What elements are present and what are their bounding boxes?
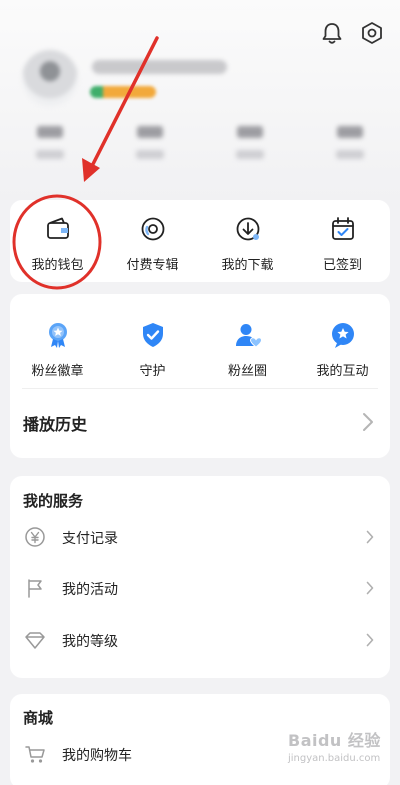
payment-record-row[interactable]: 支付记录 (10, 517, 390, 557)
wallet-icon (46, 217, 69, 239)
quick-action-label: 我的下载 (221, 258, 274, 273)
baidu-jingyan-watermark: Baidu 经验 jingyan.baidu.com (288, 731, 394, 776)
avatar[interactable] (22, 50, 78, 106)
service-label: 我的等级 (62, 634, 118, 650)
chevron-right-icon (363, 413, 373, 431)
service-label: 我的购物车 (62, 748, 132, 764)
downloads-button[interactable]: 我的下载 (200, 214, 295, 273)
my-interaction-button[interactable]: 我的互动 (295, 320, 390, 379)
shopping-cart-icon (25, 746, 45, 763)
star-bubble-icon (331, 323, 354, 348)
mall-title: 商城 (23, 709, 54, 727)
play-history-row[interactable]: 播放历史 (10, 394, 390, 450)
quick-action-label: 付费专辑 (126, 258, 179, 273)
fan-badge-button[interactable]: 粉丝徽章 (10, 320, 105, 379)
blurred-username (92, 60, 227, 74)
services-card: 我的服务 支付记录 我的活动 我的等级 (10, 476, 390, 678)
settings-hexagon-icon[interactable] (359, 20, 385, 46)
my-activity-row[interactable]: 我的活动 (10, 568, 390, 608)
fan-card: 粉丝徽章 守护 粉丝圈 我的互动 播放历史 (10, 294, 390, 458)
services-title: 我的服务 (23, 492, 84, 510)
download-icon (236, 217, 259, 241)
quick-actions-card: 我的钱包 付费专辑 我的下载 已签到 (10, 200, 390, 282)
stat-item[interactable] (320, 126, 380, 176)
watermark-main: Baidu 经验 (288, 731, 381, 750)
watermark-sub: jingyan.baidu.com (288, 753, 381, 764)
fan-item-label: 粉丝圈 (227, 364, 267, 379)
service-label: 支付记录 (62, 531, 118, 547)
chevron-right-icon (366, 581, 374, 595)
guard-button[interactable]: 守护 (105, 320, 200, 379)
bell-icon[interactable] (319, 20, 345, 46)
chevron-right-icon (366, 633, 374, 647)
wallet-button[interactable]: 我的钱包 (10, 214, 105, 273)
quick-action-label: 我的钱包 (31, 258, 84, 273)
shield-check-icon (142, 323, 163, 347)
chevron-right-icon (366, 530, 374, 544)
disc-icon (141, 217, 164, 241)
calendar-check-icon (331, 217, 354, 240)
user-heart-icon (235, 324, 262, 348)
my-level-row[interactable]: 我的等级 (10, 620, 390, 660)
stat-item[interactable] (120, 126, 180, 176)
paid-album-button[interactable]: 付费专辑 (105, 214, 200, 273)
profile-header (0, 0, 400, 200)
checked-in-button[interactable]: 已签到 (295, 214, 390, 273)
service-label: 我的活动 (62, 582, 118, 598)
blurred-level-badge (90, 86, 156, 98)
profile-stats (20, 126, 380, 176)
quick-action-label: 已签到 (322, 258, 362, 273)
diamond-icon (25, 632, 45, 649)
stat-item[interactable] (20, 126, 80, 176)
fan-item-label: 守护 (139, 364, 166, 379)
flag-icon (28, 579, 42, 598)
yen-circle-icon (25, 527, 45, 547)
fan-item-label: 粉丝徽章 (31, 364, 84, 379)
fan-item-label: 我的互动 (316, 364, 369, 379)
divider (22, 388, 378, 389)
medal-icon (48, 323, 67, 348)
fan-circle-button[interactable]: 粉丝圈 (200, 320, 295, 379)
stat-item[interactable] (220, 126, 280, 176)
play-history-title: 播放历史 (23, 415, 88, 434)
